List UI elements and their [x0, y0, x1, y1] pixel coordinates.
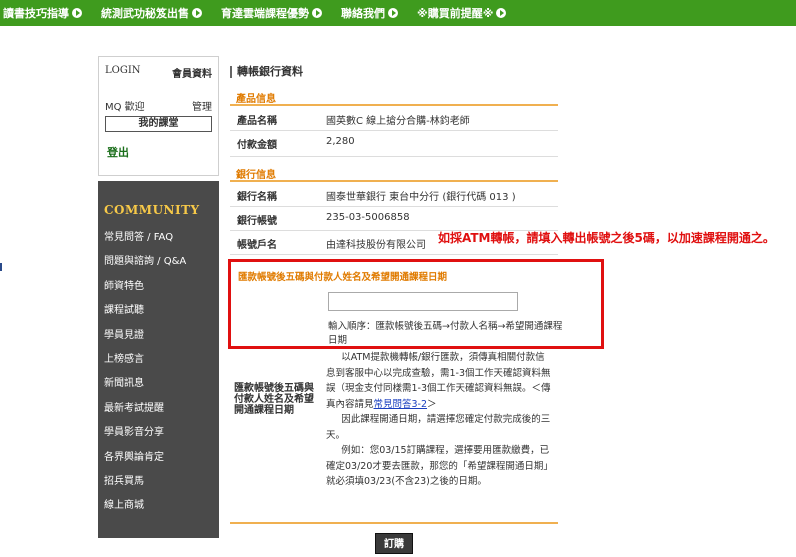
arrow-right-icon [192, 8, 202, 18]
faq-link[interactable]: 常見問答3-2 [374, 399, 428, 410]
welcome-row: MQ 歡迎 管理 [99, 80, 218, 113]
nav-label: 聯絡我們 [341, 7, 385, 20]
welcome-text: MQ 歡迎 [105, 102, 145, 113]
community-item-exam-reminder[interactable]: 最新考試提醒 [98, 397, 219, 421]
amount-value: 2,280 [326, 136, 355, 147]
nav-item-contact[interactable]: 聯絡我們 [338, 5, 398, 21]
transfer-info-help: 輸入順序：匯款帳號後五碼→付款人名稱→希望開通課程日期 [328, 321, 563, 346]
page-title: 轉帳銀行資料 [230, 66, 303, 78]
community-item-teachers[interactable]: 師資特色 [98, 275, 219, 299]
account-label: 銀行帳號 [237, 216, 277, 227]
member-info-link[interactable]: 會員資料 [172, 65, 212, 80]
account-name-value: 由達科技股份有限公司 [326, 240, 426, 251]
transfer-info-title: 匯款帳號後五碼與付款人姓名及希望開通課程日期 [238, 272, 448, 283]
community-item-testimonials[interactable]: 學員見證 [98, 324, 219, 348]
divider [230, 130, 558, 131]
community-item-faq[interactable]: 常見問答 / FAQ [98, 226, 219, 250]
notice-paragraph-3: 例如：您03/15訂購課程，選擇要用匯款繳費，已確定03/20才要去匯款，那您的… [326, 445, 553, 487]
nav-label: 統測武功秘笈出售 [101, 7, 189, 20]
manage-link[interactable]: 管理 [192, 98, 212, 113]
divider [230, 104, 558, 106]
account-value: 235-03-5006858 [326, 212, 410, 223]
nav-label: 育達雲端課程優勢 [221, 7, 309, 20]
divider [230, 206, 558, 207]
community-item-success[interactable]: 上榜感言 [98, 348, 219, 372]
amount-label: 付款金額 [237, 140, 277, 151]
product-section-title: 產品信息 [236, 94, 276, 105]
login-panel: LOGIN 會員資料 MQ 歡迎 管理 我的課堂 登出 [98, 56, 219, 176]
community-list: 常見問答 / FAQ 問題與諮詢 / Q&A 師資特色 課程試聽 學員見證 上榜… [98, 217, 219, 519]
community-item-video-share[interactable]: 學員影音分享 [98, 421, 219, 445]
transfer-info-input-section: 匯款帳號後五碼與付款人姓名及希望開通課程日期 輸入順序：匯款帳號後五碼→付款人名… [228, 259, 604, 349]
nav-item-study-tips[interactable]: 讀書技巧指導 [0, 5, 82, 21]
my-class-button[interactable]: 我的課堂 [105, 116, 212, 132]
account-name-label: 帳號戶名 [237, 240, 277, 251]
divider [230, 180, 558, 182]
login-header: LOGIN 會員資料 [99, 57, 218, 80]
notice-text: 以ATM提款機轉帳/銀行匯款，須傳真相關付款信息到客服中心以完成查驗，需1-3個… [326, 352, 551, 410]
bank-section-title: 銀行信息 [236, 170, 276, 181]
notice-paragraph-1: 以ATM提款機轉帳/銀行匯款，須傳真相關付款信息到客服中心以完成查驗，需1-3個… [326, 350, 554, 412]
bank-name-label: 銀行名稱 [237, 192, 277, 203]
nav-label: 讀書技巧指導 [3, 7, 69, 20]
nav-label: ※購買前提醒※ [417, 7, 494, 20]
community-item-qa[interactable]: 問題與諮詢 / Q&A [98, 250, 219, 274]
divider [230, 254, 558, 255]
product-name-value: 國英數C 線上搶分合購-林鈞老師 [326, 116, 470, 127]
community-item-trial[interactable]: 課程試聽 [98, 299, 219, 323]
transfer-info-input[interactable] [328, 292, 518, 311]
arrow-right-icon [72, 8, 82, 18]
arrow-right-icon [312, 8, 322, 18]
notice-paragraph-2: 因此課程開通日期，請選擇您確定付款完成後的三天。 [326, 414, 551, 441]
bank-name-value: 國泰世華銀行 東台中分行 (銀行代碼 013 ) [326, 192, 516, 203]
community-title: COMMUNITY [104, 203, 200, 217]
nav-item-cloud-course[interactable]: 育達雲端課程優勢 [218, 5, 322, 21]
payment-notice: 以ATM提款機轉帳/銀行匯款，須傳真相關付款信息到客服中心以完成查驗，需1-3個… [326, 350, 554, 490]
login-title: LOGIN [105, 65, 141, 76]
order-button[interactable]: 訂購 [375, 533, 413, 554]
nav-item-purchase-reminder[interactable]: ※購買前提醒※ [414, 5, 507, 21]
atm-annotation: 如採ATM轉帳，請填入轉出帳號之後5碼，以加速課程開通之。 [438, 231, 775, 245]
logout-link[interactable]: 登出 [99, 132, 218, 160]
community-item-recognition[interactable]: 各界輿論肯定 [98, 446, 219, 470]
notice-text: ＞ [427, 398, 437, 410]
divider [230, 156, 558, 157]
nav-item-secret-book[interactable]: 統測武功秘笈出售 [98, 5, 202, 21]
top-nav: 讀書技巧指導 統測武功秘笈出售 育達雲端課程優勢 聯絡我們 ※購買前提醒※ [0, 0, 796, 26]
left-edge-marker [0, 263, 2, 271]
community-item-recruit[interactable]: 招兵買馬 [98, 470, 219, 494]
community-item-shop[interactable]: 線上商城 [98, 494, 219, 518]
product-name-label: 產品名稱 [237, 116, 277, 127]
arrow-right-icon [496, 8, 507, 18]
community-menu: COMMUNITY 常見問答 / FAQ 問題與諮詢 / Q&A 師資特色 課程… [98, 181, 219, 538]
notice-label: 匯款帳號後五碼與付款人姓名及希望開通課程日期 [234, 383, 314, 416]
community-item-news[interactable]: 新聞訊息 [98, 372, 219, 396]
arrow-right-icon [388, 8, 398, 18]
divider [230, 522, 558, 524]
